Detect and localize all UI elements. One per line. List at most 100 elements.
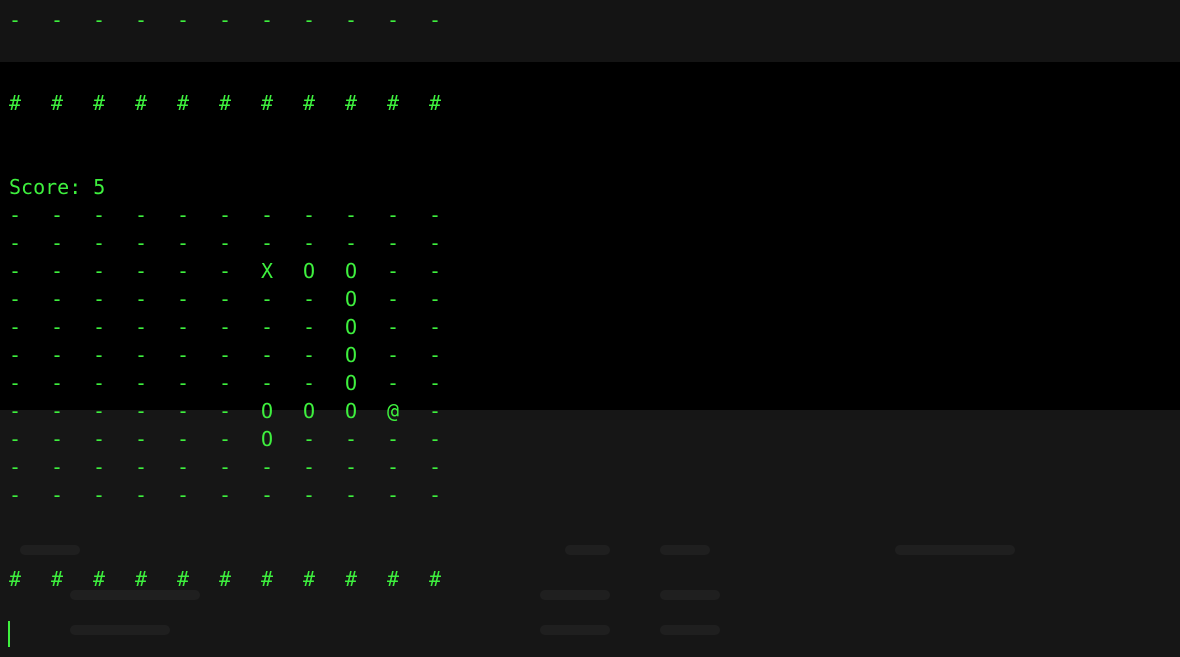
- empty-cell: -: [428, 315, 442, 339]
- empty-cell: -: [302, 483, 316, 507]
- empty-cell: -: [428, 287, 442, 311]
- empty-cell: -: [92, 315, 106, 339]
- empty-cell: -: [8, 483, 22, 507]
- empty-cell: -: [92, 483, 106, 507]
- empty-cell: -: [134, 371, 148, 395]
- empty-cell: -: [218, 259, 232, 283]
- empty-cell: -: [8, 259, 22, 283]
- board-row-3: ------XOO--: [0, 257, 460, 285]
- empty-cell: -: [428, 371, 442, 395]
- wall-cell: #: [134, 567, 148, 591]
- empty-cell: -: [386, 427, 400, 451]
- empty-cell: -: [218, 343, 232, 367]
- empty-cell: -: [176, 427, 190, 451]
- empty-cell: -: [302, 371, 316, 395]
- wall-cell: #: [218, 91, 232, 115]
- wall-cell: #: [134, 91, 148, 115]
- board-row-5: --------O--: [0, 313, 460, 341]
- wall-cell: #: [176, 91, 190, 115]
- board-row-1: -----------: [0, 201, 460, 229]
- empty-cell: -: [134, 231, 148, 255]
- empty-cell: -: [344, 231, 358, 255]
- empty-cell: -: [260, 287, 274, 311]
- empty-cell: -: [344, 8, 358, 32]
- empty-cell: -: [176, 8, 190, 32]
- empty-cell: -: [50, 455, 64, 479]
- empty-cell: -: [134, 399, 148, 423]
- empty-cell: -: [8, 315, 22, 339]
- snake-body-cell: O: [344, 343, 358, 367]
- wall-cell: #: [50, 567, 64, 591]
- board-row-11: -----------: [0, 481, 460, 509]
- empty-cell: -: [134, 315, 148, 339]
- snake-body-cell: O: [302, 399, 316, 423]
- empty-cell: -: [260, 371, 274, 395]
- ghost-line: [70, 625, 170, 635]
- empty-cell: -: [428, 343, 442, 367]
- empty-cell: -: [92, 455, 106, 479]
- empty-cell: -: [344, 203, 358, 227]
- wall-cell: #: [218, 567, 232, 591]
- wall-cell: #: [344, 567, 358, 591]
- empty-cell: -: [50, 427, 64, 451]
- empty-cell: -: [260, 8, 274, 32]
- empty-cell: -: [92, 231, 106, 255]
- empty-cell: -: [50, 343, 64, 367]
- empty-cell: -: [8, 399, 22, 423]
- board-row-7: --------O--: [0, 369, 460, 397]
- snake-body-cell: O: [260, 427, 274, 451]
- empty-cell: -: [428, 399, 442, 423]
- terminal-window[interactable]: - - - - - - - - - - - # # # # # # # # # # # - - - - - - - - - - - - - - - - - -…: [0, 0, 1180, 657]
- empty-cell: -: [50, 259, 64, 283]
- empty-cell: -: [176, 231, 190, 255]
- snake-body-cell: O: [344, 399, 358, 423]
- empty-cell: -: [176, 259, 190, 283]
- wall-cell: #: [428, 91, 442, 115]
- wall-cell: #: [302, 567, 316, 591]
- ghost-line: [660, 590, 720, 600]
- wall-cell: #: [344, 91, 358, 115]
- empty-cell: -: [8, 231, 22, 255]
- ghost-line: [895, 545, 1015, 555]
- empty-cell: -: [302, 315, 316, 339]
- empty-cell: -: [134, 287, 148, 311]
- empty-cell: -: [50, 483, 64, 507]
- ghost-line: [540, 590, 610, 600]
- empty-cell: -: [260, 343, 274, 367]
- empty-cell: -: [386, 343, 400, 367]
- empty-cell: -: [428, 483, 442, 507]
- ghost-line: [20, 545, 80, 555]
- wall-cell: #: [50, 91, 64, 115]
- ghost-line: [660, 625, 720, 635]
- empty-cell: -: [92, 259, 106, 283]
- empty-cell: -: [428, 231, 442, 255]
- empty-cell: -: [386, 287, 400, 311]
- empty-cell: -: [386, 315, 400, 339]
- wall-cell: #: [8, 91, 22, 115]
- empty-cell: -: [218, 231, 232, 255]
- empty-cell: -: [386, 259, 400, 283]
- empty-cell: -: [176, 315, 190, 339]
- empty-cell: -: [134, 259, 148, 283]
- empty-cell: -: [428, 455, 442, 479]
- empty-cell: -: [344, 427, 358, 451]
- empty-cell: -: [302, 8, 316, 32]
- empty-cell: -: [8, 203, 22, 227]
- top-wall: # # # # # # # # # # #: [0, 89, 460, 117]
- empty-cell: -: [344, 483, 358, 507]
- empty-cell: -: [260, 231, 274, 255]
- food-cell: X: [260, 259, 274, 283]
- empty-cell: -: [92, 371, 106, 395]
- wall-cell: #: [260, 91, 274, 115]
- empty-cell: -: [260, 315, 274, 339]
- bottom-wall: # # # # # # # # # # #: [0, 565, 460, 593]
- empty-cell: -: [92, 399, 106, 423]
- empty-cell: -: [8, 8, 22, 32]
- snake-body-cell: O: [260, 399, 274, 423]
- empty-cell: -: [260, 483, 274, 507]
- empty-cell: -: [344, 455, 358, 479]
- empty-cell: -: [134, 483, 148, 507]
- empty-cell: -: [218, 371, 232, 395]
- empty-cell: -: [8, 371, 22, 395]
- wall-cell: #: [176, 567, 190, 591]
